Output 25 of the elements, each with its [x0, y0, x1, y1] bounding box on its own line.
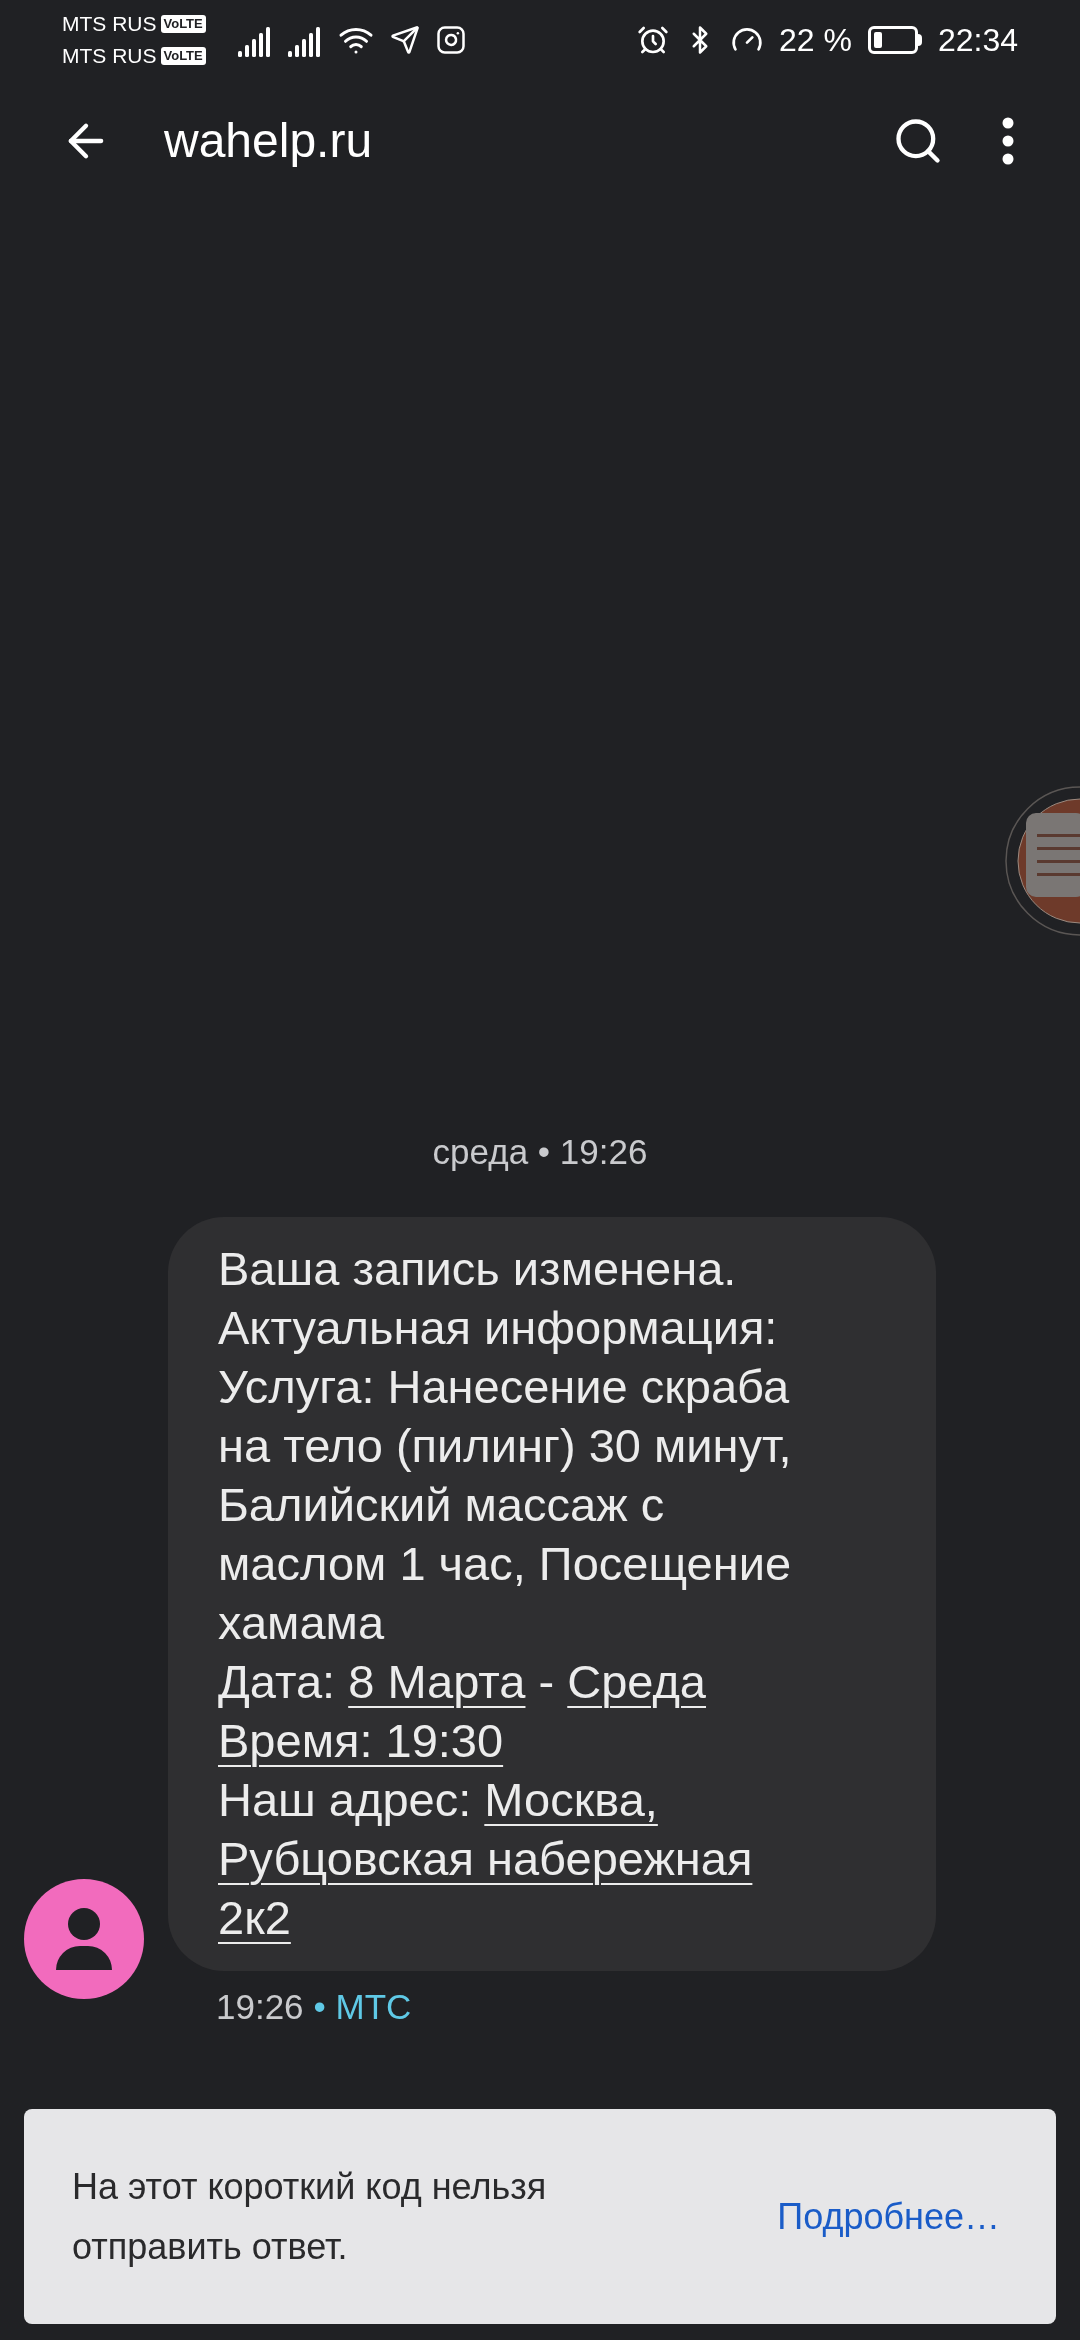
message-link[interactable]: Среда: [567, 1654, 706, 1708]
message-link[interactable]: 2к2: [218, 1890, 291, 1944]
message-link[interactable]: 8 Марта: [348, 1654, 526, 1708]
battery-percent: 22 %: [779, 21, 852, 60]
message-link[interactable]: Время: 19:30: [218, 1713, 504, 1767]
carrier-name: MTS RUS: [62, 11, 157, 37]
notice-text: На этот короткий код нельзя отправить ответ.: [72, 2164, 548, 2269]
volte-badge: VoLTE: [160, 15, 206, 33]
clock: 22:34: [937, 21, 1018, 60]
floating-note-icon[interactable]: [1004, 786, 1080, 936]
message-text: Ваша запись изменена. Актуальная информация: Услуга: Нанесение скраба на тело (пилинг) 30 минут, Балийский массаж с маслом 1 час, Посещение хамама Дата: 8 Марта - Среда Время: 19:30 Наш адрес: Москва, Рубцовская набережная 2к2: [218, 1240, 793, 1946]
carrier-name: MTS RUS: [62, 43, 157, 69]
conversation-title: wahelp.ru: [164, 113, 374, 169]
volte-badge: VoLTE: [160, 47, 206, 65]
more-options-icon: [1002, 117, 1014, 165]
more-info-link[interactable]: Подробнее…: [777, 2189, 1000, 2244]
battery-icon: [867, 26, 922, 54]
telegram-icon: [389, 25, 420, 55]
alarm-icon: [637, 24, 669, 56]
instagram-icon: [435, 25, 466, 55]
message-link[interactable]: Рубцовская набережная: [218, 1831, 753, 1885]
message-time: 19:26: [216, 1985, 304, 2028]
message-link[interactable]: Москва,: [484, 1772, 658, 1826]
date-separator: среда • 19:26: [431, 1131, 649, 1173]
message-sender: • МТС: [313, 1985, 412, 2028]
